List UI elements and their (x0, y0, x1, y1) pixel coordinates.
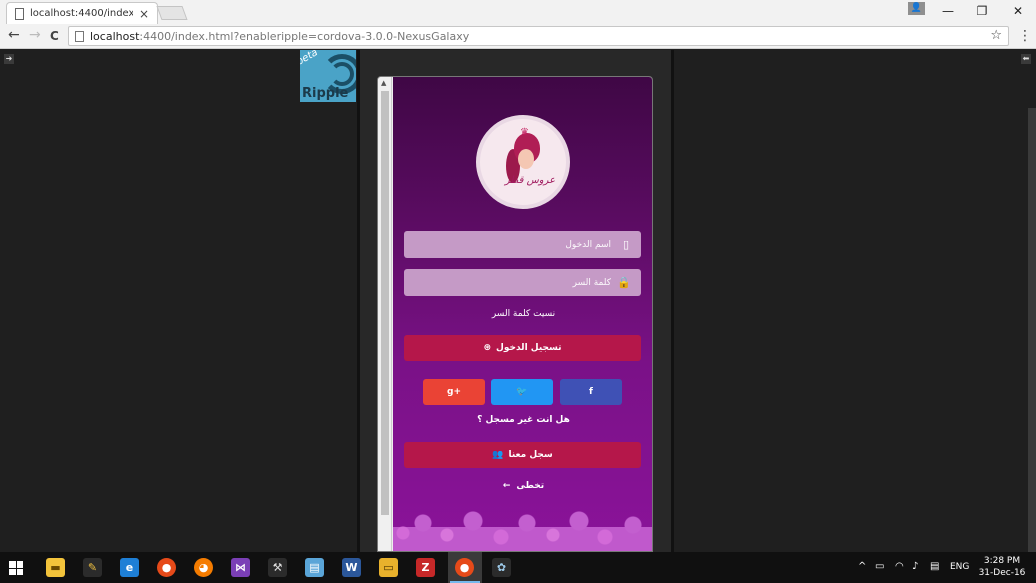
tool-icon[interactable]: ✎ (83, 558, 102, 577)
google-plus-icon: g+ (447, 387, 461, 397)
skip-link[interactable]: تخطى ← (393, 481, 652, 491)
tray-expand-icon[interactable]: ^ (858, 561, 866, 572)
language-indicator[interactable]: ENG (950, 562, 969, 572)
browser-tab[interactable]: localhost:4400/index.htm × (6, 2, 158, 24)
floral-ornament (393, 509, 652, 551)
browser-toolbar: ← → C localhost:4400/index.html?enableri… (0, 24, 1036, 49)
new-tab-button[interactable] (156, 6, 188, 20)
notifications-icon[interactable]: ▤ (930, 561, 939, 572)
internet-explorer-icon[interactable]: e (120, 558, 139, 577)
bookmark-star-icon[interactable]: ☆ (990, 28, 1002, 43)
login-label: تسجيل الدخول (496, 343, 562, 353)
minimize-button[interactable]: — (934, 2, 962, 20)
system-clock[interactable]: 3:28 PM 31-Dec-16 (972, 555, 1032, 579)
crown-icon: ♛ (520, 127, 529, 138)
right-panel-toggle[interactable]: ⬅ (1021, 54, 1031, 64)
logo-brand-text: عروس قطر (504, 175, 556, 186)
tab-title: localhost:4400/index.htm (30, 8, 133, 19)
chrome-icon[interactable]: ● (157, 558, 176, 577)
device-screen: ▲ ♛ عروس قطر ▯ 🔒 نسيت كلمة السر تسجيل (377, 76, 653, 552)
skip-label: تخطى (516, 481, 545, 491)
windows-start-icon[interactable] (9, 561, 23, 575)
device-scrollbar[interactable]: ▲ (378, 77, 392, 551)
username-input[interactable] (404, 239, 611, 250)
sign-in-icon: ⊛ (483, 343, 492, 353)
battery-icon[interactable]: ▭ (875, 561, 884, 572)
twitter-button[interactable]: 🐦 (491, 379, 553, 405)
url-path: :4400/index.html?enableripple=cordova-3.… (139, 29, 470, 43)
password-input[interactable] (404, 277, 611, 288)
clock-date: 31-Dec-16 (978, 568, 1026, 578)
ripple-emulator: ➜ ⬅ beta Ripple ▲ ♛ عروس قطر ▯ اسم الدخو… (0, 50, 1036, 552)
browser-tabbar: localhost:4400/index.htm × 👤 — ❐ ✕ (0, 0, 1036, 24)
tab-close-icon[interactable]: × (139, 7, 149, 21)
volume-icon[interactable]: ♪ (912, 561, 918, 572)
back-button[interactable]: ← (8, 27, 20, 43)
notepad-icon[interactable]: ▤ (305, 558, 324, 577)
mobile-icon: ▯ (622, 238, 630, 251)
app-login-screen: ♛ عروس قطر ▯ 🔒 نسيت كلمة السر تسجيل الدخ… (393, 77, 652, 551)
not-registered-text: هل انت غير مسجل ؟ (477, 415, 570, 425)
profile-icon[interactable]: 👤 (908, 2, 925, 15)
windows-taskbar: ▬ ✎ e ● ◕ ⋈ ⚒ ▤ W ▭ Z ● ✿ ^ ▭ ◠ ♪ ▤ ENG … (0, 552, 1036, 583)
clock-time: 3:28 PM (983, 556, 1021, 566)
page-icon (15, 7, 24, 20)
firefox-icon[interactable]: ◕ (194, 558, 213, 577)
word-icon[interactable]: W (342, 558, 361, 577)
chrome-active-icon[interactable]: ● (455, 558, 474, 577)
lock-icon: 🔒 (617, 276, 631, 289)
ripple-swirl-inner-icon (330, 62, 354, 86)
page-info-icon[interactable] (75, 30, 84, 42)
register-label: سجل معنا (508, 450, 553, 460)
browser-menu-icon[interactable]: ⋮ (1018, 28, 1032, 44)
logo-face (518, 149, 534, 169)
password-field[interactable]: 🔒 (404, 269, 641, 296)
scroll-thumb[interactable] (381, 91, 389, 515)
twitter-icon: 🐦 (516, 387, 528, 397)
register-button[interactable]: سجل معنا 👥 (404, 442, 641, 468)
url-host: localhost (90, 29, 140, 43)
wifi-icon[interactable]: ◠ (895, 561, 904, 572)
facebook-button[interactable]: f (560, 379, 622, 405)
reload-button[interactable]: C (50, 29, 59, 43)
arrow-left-icon: ← (502, 481, 511, 491)
restore-button[interactable]: ❐ (968, 2, 996, 20)
forward-button[interactable]: → (29, 27, 41, 43)
user-plus-icon: 👥 (492, 450, 504, 460)
settings-tool-icon[interactable]: ⚒ (268, 558, 287, 577)
visual-studio-icon[interactable]: ⋈ (231, 558, 250, 577)
scroll-up-icon[interactable]: ▲ (381, 79, 386, 87)
filezilla-icon[interactable]: Z (416, 558, 435, 577)
close-window-button[interactable]: ✕ (1004, 2, 1032, 20)
beta-label: beta (300, 50, 320, 68)
file-explorer-icon[interactable]: ▬ (46, 558, 65, 577)
ripple-logo: beta Ripple (300, 50, 356, 102)
facebook-icon: f (589, 387, 593, 397)
left-panel-toggle[interactable]: ➜ (4, 54, 14, 64)
login-button[interactable]: تسجيل الدخول ⊛ (404, 335, 641, 361)
forgot-password-link[interactable]: نسيت كلمة السر (393, 309, 652, 319)
page-scrollbar[interactable] (1028, 108, 1036, 552)
url-text: localhost:4400/index.html?enableripple=c… (90, 30, 469, 43)
ripple-logo-text: Ripple (302, 86, 349, 101)
app-logo: ♛ عروس قطر (476, 115, 570, 209)
paint-icon[interactable]: ✿ (492, 558, 511, 577)
google-plus-button[interactable]: g+ (423, 379, 485, 405)
username-field[interactable]: ▯ (404, 231, 641, 258)
address-bar[interactable]: localhost:4400/index.html?enableripple=c… (68, 26, 1009, 46)
folder-icon[interactable]: ▭ (379, 558, 398, 577)
